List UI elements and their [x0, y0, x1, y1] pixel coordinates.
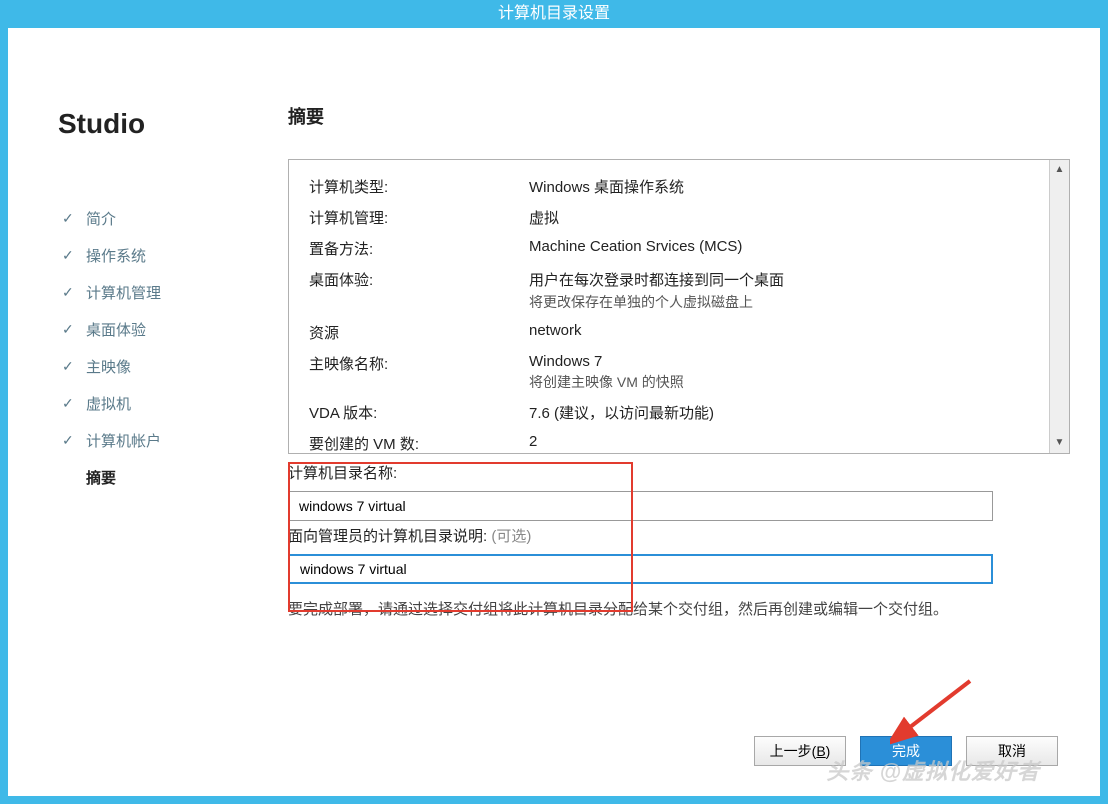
catalog-name-label: 计算机目录名称:: [288, 462, 1070, 483]
sidebar-item-vm[interactable]: ✓虚拟机: [58, 385, 268, 422]
summary-content: 计算机类型:Windows 桌面操作系统 计算机管理:虚拟 置备方法:Machi…: [289, 160, 1069, 454]
sidebar-item-intro[interactable]: ✓简介: [58, 200, 268, 237]
scroll-down-icon[interactable]: ▼: [1050, 433, 1069, 453]
summary-row: 计算机类型:Windows 桌面操作系统: [309, 176, 1049, 197]
check-icon: ✓: [62, 247, 76, 264]
title-bar: 计算机目录设置: [8, 0, 1100, 28]
summary-row: 要创建的 VM 数:2: [309, 433, 1049, 454]
check-icon: ✓: [62, 395, 76, 412]
sidebar-item-os[interactable]: ✓操作系统: [58, 237, 268, 274]
dialog-window: 计算机目录设置 Studio ✓简介 ✓操作系统 ✓计算机管理 ✓桌面体验 ✓主…: [0, 0, 1108, 804]
description-label: 面向管理员的计算机目录说明: (可选): [288, 525, 1070, 546]
content-area: Studio ✓简介 ✓操作系统 ✓计算机管理 ✓桌面体验 ✓主映像 ✓虚拟机 …: [8, 28, 1100, 788]
summary-row: 置备方法:Machine Ceation Srvices (MCS): [309, 238, 1049, 259]
section-title: 摘要: [288, 103, 1070, 129]
summary-row: 计算机管理:虚拟: [309, 207, 1049, 228]
check-icon: ✓: [62, 432, 76, 449]
summary-box: 计算机类型:Windows 桌面操作系统 计算机管理:虚拟 置备方法:Machi…: [288, 159, 1070, 454]
window-title: 计算机目录设置: [498, 5, 610, 22]
wizard-steps: ✓简介 ✓操作系统 ✓计算机管理 ✓桌面体验 ✓主映像 ✓虚拟机 ✓计算机帐户 …: [58, 200, 268, 496]
form-section: 计算机目录名称: 面向管理员的计算机目录说明: (可选): [288, 462, 1070, 584]
check-icon: ✓: [62, 284, 76, 301]
summary-row: VDA 版本:7.6 (建议，以访问最新功能): [309, 402, 1049, 423]
app-title: Studio: [58, 108, 268, 140]
description-input[interactable]: [288, 554, 993, 584]
sidebar-item-account[interactable]: ✓计算机帐户: [58, 422, 268, 459]
watermark: 头条 @虚拟化爱好者: [826, 754, 1040, 786]
summary-row: 资源network: [309, 322, 1049, 343]
help-text: 要完成部署，请通过选择交付组将此计算机目录分配给某个交付组，然后再创建或编辑一个…: [288, 598, 998, 622]
check-icon: ✓: [62, 210, 76, 227]
check-icon: ✓: [62, 321, 76, 338]
scroll-up-icon[interactable]: ▲: [1050, 160, 1069, 180]
scroll-track[interactable]: [1050, 180, 1069, 433]
main-panel: 摘要 计算机类型:Windows 桌面操作系统 计算机管理:虚拟 置备方法:Ma…: [288, 68, 1070, 788]
sidebar-item-management[interactable]: ✓计算机管理: [58, 274, 268, 311]
catalog-name-input[interactable]: [288, 491, 993, 521]
check-icon: ✓: [62, 358, 76, 375]
summary-row: 桌面体验:用户在每次登录时都连接到同一个桌面将更改保存在单独的个人虚拟磁盘上: [309, 269, 1049, 312]
summary-row: 主映像名称:Windows 7将创建主映像 VM 的快照: [309, 353, 1049, 392]
sidebar: Studio ✓简介 ✓操作系统 ✓计算机管理 ✓桌面体验 ✓主映像 ✓虚拟机 …: [38, 68, 288, 788]
scrollbar[interactable]: ▲ ▼: [1049, 160, 1069, 453]
sidebar-item-desktop[interactable]: ✓桌面体验: [58, 311, 268, 348]
sidebar-item-image[interactable]: ✓主映像: [58, 348, 268, 385]
sidebar-item-summary[interactable]: ✓摘要: [58, 459, 268, 496]
